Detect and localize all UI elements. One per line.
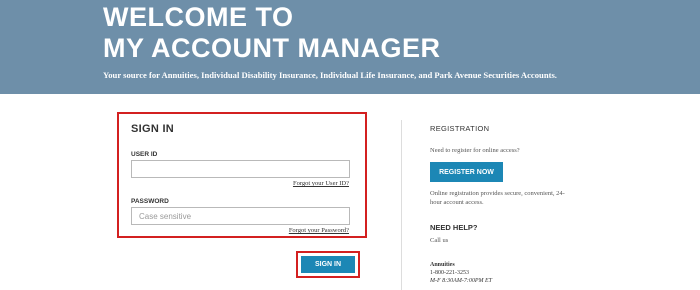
annuities-hours: M-F 8:30AM-7:00PM ET bbox=[430, 278, 492, 284]
annuities-title: Annuities bbox=[430, 262, 455, 268]
column-divider bbox=[401, 120, 402, 290]
registration-prompt: Need to register for online access? bbox=[430, 147, 520, 154]
hero-banner: WELCOME TO MY ACCOUNT MANAGER Your sourc… bbox=[0, 0, 700, 94]
sign-in-button[interactable]: SIGN IN bbox=[301, 256, 355, 273]
hero-subtitle: Your source for Annuities, Individual Di… bbox=[103, 70, 557, 80]
register-now-button[interactable]: REGISTER NOW bbox=[430, 162, 503, 182]
forgot-user-id-link[interactable]: Forgot your User ID? bbox=[293, 180, 349, 187]
need-help-heading: NEED HELP? bbox=[430, 223, 478, 232]
page-title: WELCOME TO MY ACCOUNT MANAGER bbox=[103, 2, 441, 64]
hero-title-line-1: WELCOME TO bbox=[103, 2, 294, 32]
hero-title-line-2: MY ACCOUNT MANAGER bbox=[103, 33, 441, 63]
call-us-text: Call us bbox=[430, 237, 449, 244]
sign-in-panel: SIGN IN USER ID Forgot your User ID? PAS… bbox=[117, 112, 367, 238]
annuities-phone[interactable]: 1-800-221-3253 bbox=[430, 270, 469, 276]
sign-in-heading: SIGN IN bbox=[131, 123, 175, 135]
password-input[interactable] bbox=[131, 207, 350, 225]
registration-description: Online registration provides secure, con… bbox=[430, 190, 565, 206]
sign-in-button-highlight: SIGN IN bbox=[296, 251, 360, 278]
forgot-password-link[interactable]: Forgot your Password? bbox=[289, 227, 349, 234]
user-id-label: USER ID bbox=[131, 151, 158, 158]
password-label: PASSWORD bbox=[131, 198, 169, 205]
registration-heading: REGISTRATION bbox=[430, 124, 490, 133]
user-id-input[interactable] bbox=[131, 160, 350, 178]
